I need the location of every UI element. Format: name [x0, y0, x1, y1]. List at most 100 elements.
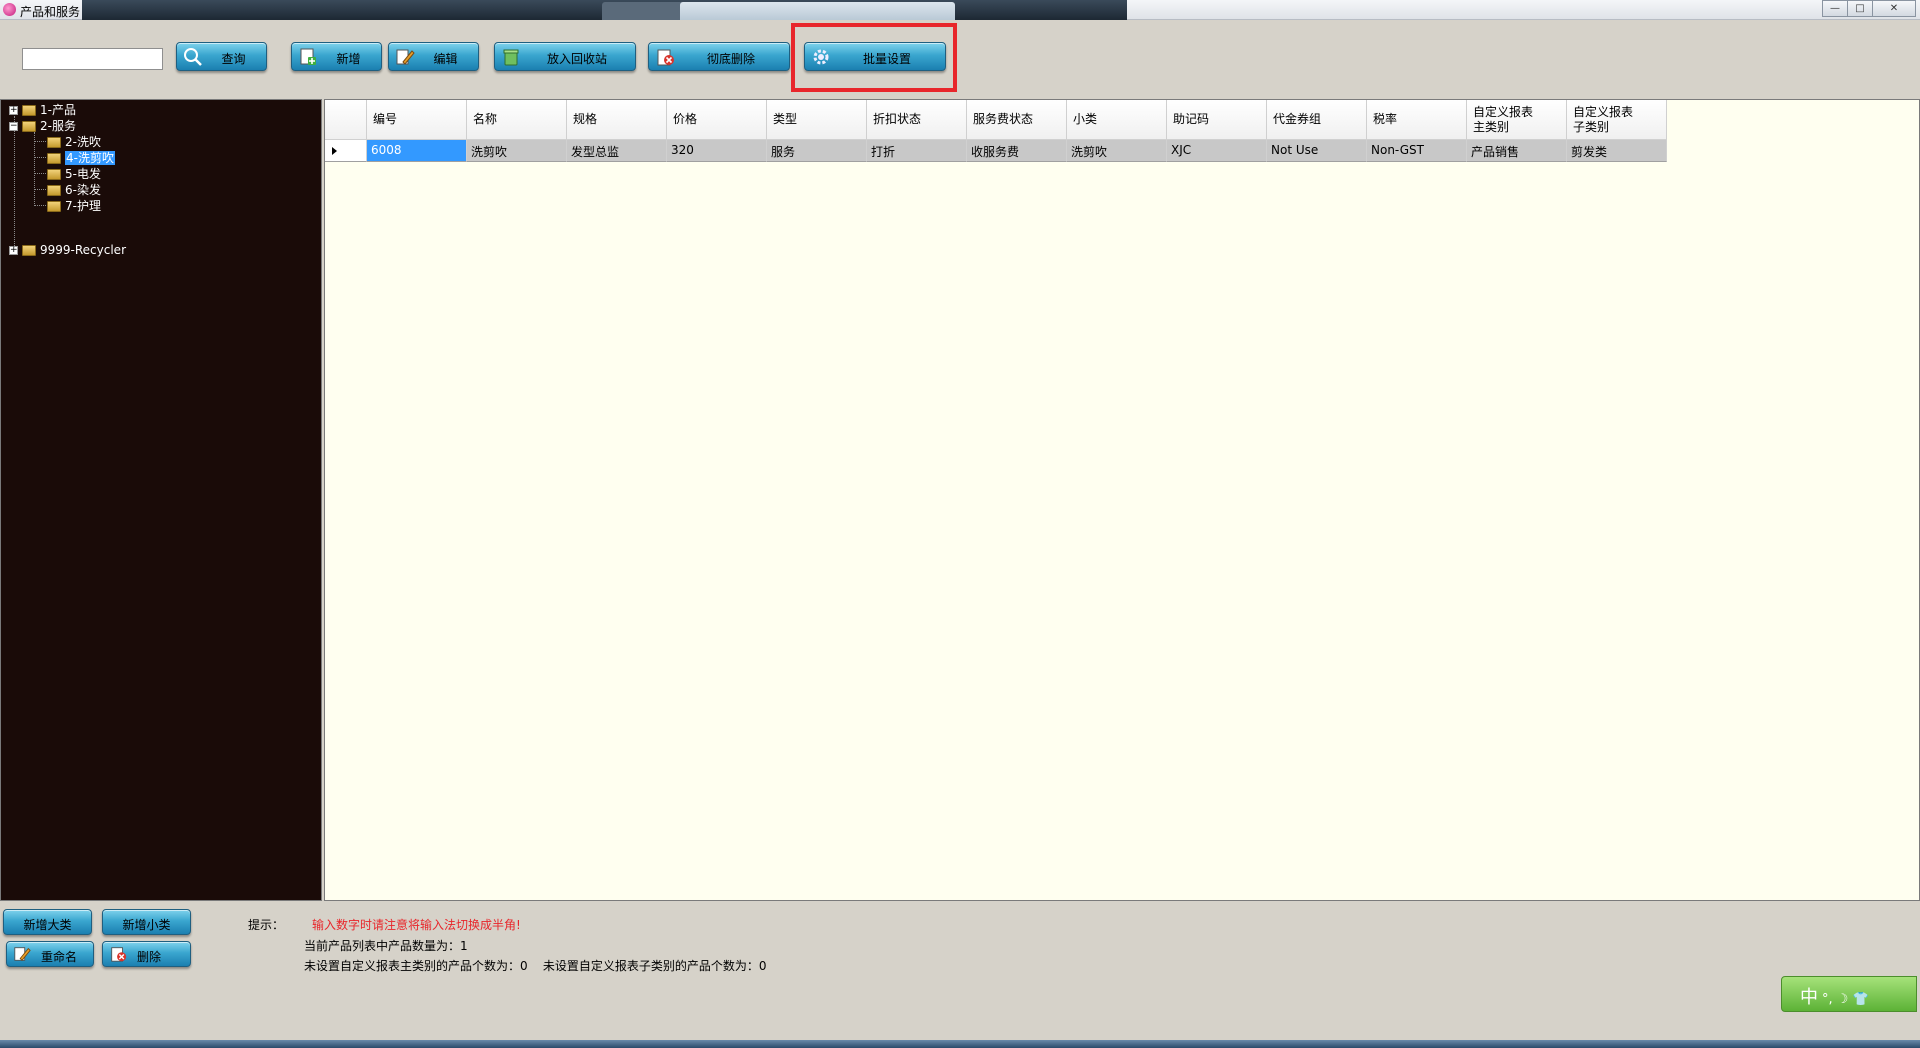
tree-item-label: 6-染发: [65, 183, 101, 197]
folder-icon: [47, 169, 61, 180]
tree-item-wash-cut-blow[interactable]: 4-洗剪吹: [47, 150, 115, 166]
title-bar: 产品和服务 — □ ✕: [0, 0, 1920, 20]
search-input[interactable]: [22, 48, 163, 70]
product-count-text: 当前产品列表中产品数量为：1: [304, 939, 468, 953]
add-subcategory-button-label: 新增小类: [122, 918, 171, 932]
add-category-button-label: 新增大类: [23, 918, 72, 932]
grid-cell[interactable]: 剪发类: [1567, 140, 1667, 162]
query-button[interactable]: 查询: [176, 42, 267, 71]
grid-cell[interactable]: Not Use: [1267, 140, 1367, 162]
tree-item-label: 7-护理: [65, 199, 101, 213]
permanent-delete-button-label: 彻底删除: [706, 52, 755, 66]
tree-item-recycler[interactable]: +9999-Recycler: [9, 242, 126, 258]
tree-item-product[interactable]: +1-产品: [9, 102, 76, 118]
delete-category-button[interactable]: 删除: [102, 941, 191, 967]
tree-item-label: 2-服务: [40, 119, 76, 133]
folder-icon: [22, 105, 36, 116]
column-header[interactable]: 编号: [367, 100, 467, 140]
hint-text: 输入数字时请注意将输入法切换成半角!: [312, 918, 521, 932]
grid-cell[interactable]: 洗剪吹: [1067, 140, 1167, 162]
background-window-strip: [82, 0, 1127, 20]
window-controls: — □ ✕: [1822, 0, 1916, 17]
column-header[interactable]: 折扣状态: [867, 100, 967, 140]
grid-cell[interactable]: 320: [667, 140, 767, 162]
column-header[interactable]: 名称: [467, 100, 567, 140]
ime-options-icon: °, ☽ 👕: [1822, 992, 1869, 1007]
grid-header: 编号 名称 规格 价格 类型 折扣状态 服务费状态 小类 助记码 代金券组 税率…: [325, 100, 1667, 140]
folder-icon: [47, 153, 61, 164]
recycle-button[interactable]: 放入回收站: [494, 42, 636, 71]
expand-icon[interactable]: +: [9, 246, 18, 255]
table-row[interactable]: 6008 洗剪吹 发型总监 320 服务 打折 收服务费 洗剪吹 XJC Not…: [325, 140, 1667, 162]
tree-item-label: 4-洗剪吹: [65, 151, 115, 165]
column-header-line: 自定义报表: [1573, 104, 1634, 119]
column-header[interactable]: 代金券组: [1267, 100, 1367, 140]
ime-mode-label: 中: [1800, 987, 1818, 1008]
tree-item-label: 5-电发: [65, 167, 101, 181]
folder-icon: [22, 121, 36, 132]
column-header[interactable]: 类型: [767, 100, 867, 140]
tree-item-label: 1-产品: [40, 103, 76, 117]
app-icon: [3, 3, 16, 16]
tree-item-dye[interactable]: 6-染发: [47, 182, 101, 198]
window-title: 产品和服务: [20, 5, 81, 19]
row-header-corner: [325, 100, 367, 140]
folder-icon: [47, 137, 61, 148]
permanent-delete-button[interactable]: 彻底删除: [648, 42, 790, 71]
add-button-label: 新增: [336, 52, 361, 66]
column-header[interactable]: 服务费状态: [967, 100, 1067, 140]
column-header[interactable]: 自定义报表 主类别: [1467, 100, 1567, 140]
close-button[interactable]: ✕: [1872, 0, 1916, 17]
edit-button[interactable]: 编辑: [388, 42, 479, 71]
tree-connector: [34, 173, 46, 174]
column-header[interactable]: 税率: [1367, 100, 1467, 140]
tree-connector: [14, 116, 15, 252]
column-header[interactable]: 小类: [1067, 100, 1167, 140]
tree-item-label: 9999-Recycler: [40, 243, 126, 257]
add-category-button[interactable]: 新增大类: [3, 909, 92, 935]
tree-item-perm[interactable]: 5-电发: [47, 166, 101, 182]
ime-toolbar[interactable]: 中 °, ☽ 👕: [1781, 976, 1917, 1012]
column-header[interactable]: 自定义报表 子类别: [1567, 100, 1667, 140]
grid-cell[interactable]: 洗剪吹: [467, 140, 567, 162]
column-header-line: 主类别: [1473, 119, 1510, 134]
column-header[interactable]: 价格: [667, 100, 767, 140]
tree-item-label: 2-洗吹: [65, 135, 101, 149]
tree-item-care[interactable]: 7-护理: [47, 198, 101, 214]
column-header[interactable]: 助记码: [1167, 100, 1267, 140]
expand-icon[interactable]: +: [9, 106, 18, 115]
hint-label: 提示：: [248, 918, 285, 932]
grid-cell[interactable]: Non-GST: [1367, 140, 1467, 162]
collapse-icon[interactable]: −: [9, 122, 18, 131]
grid-cell[interactable]: 服务: [767, 140, 867, 162]
column-header-line: 自定义报表: [1473, 104, 1534, 119]
query-button-label: 查询: [221, 52, 246, 66]
recycle-button-label: 放入回收站: [546, 52, 607, 66]
grid-cell[interactable]: 发型总监: [567, 140, 667, 162]
folder-icon: [22, 245, 36, 256]
rename-button[interactable]: 重命名: [6, 941, 94, 967]
delete-category-button-label: 删除: [137, 950, 162, 964]
add-subcategory-button[interactable]: 新增小类: [102, 909, 191, 935]
row-indicator-icon[interactable]: [325, 140, 367, 162]
tree-item-wash-blow[interactable]: 2-洗吹: [47, 134, 101, 150]
grid-cell[interactable]: 6008: [367, 140, 467, 162]
column-header[interactable]: 规格: [567, 100, 667, 140]
edit-button-label: 编辑: [433, 52, 458, 66]
unset-category-count-text: 未设置自定义报表主类别的产品个数为：0 未设置自定义报表子类别的产品个数为：0: [304, 959, 767, 973]
product-grid[interactable]: 编号 名称 规格 价格 类型 折扣状态 服务费状态 小类 助记码 代金券组 税率…: [324, 99, 1920, 901]
highlight-annotation: [791, 23, 957, 92]
taskbar: [0, 1040, 1920, 1048]
maximize-button[interactable]: □: [1847, 0, 1873, 17]
category-tree[interactable]: +1-产品 − 2-服务 2-洗吹 4-洗剪吹 5-电发 6-染发 7-护理 +9…: [0, 99, 322, 901]
tree-connector: [34, 189, 46, 190]
tree-item-service[interactable]: − 2-服务: [9, 118, 76, 134]
folder-icon: [47, 201, 61, 212]
grid-cell[interactable]: XJC: [1167, 140, 1267, 162]
tree-connector: [34, 157, 46, 158]
grid-cell[interactable]: 打折: [867, 140, 967, 162]
grid-cell[interactable]: 收服务费: [967, 140, 1067, 162]
grid-cell[interactable]: 产品销售: [1467, 140, 1567, 162]
add-button[interactable]: 新增: [291, 42, 382, 71]
minimize-button[interactable]: —: [1822, 0, 1848, 17]
